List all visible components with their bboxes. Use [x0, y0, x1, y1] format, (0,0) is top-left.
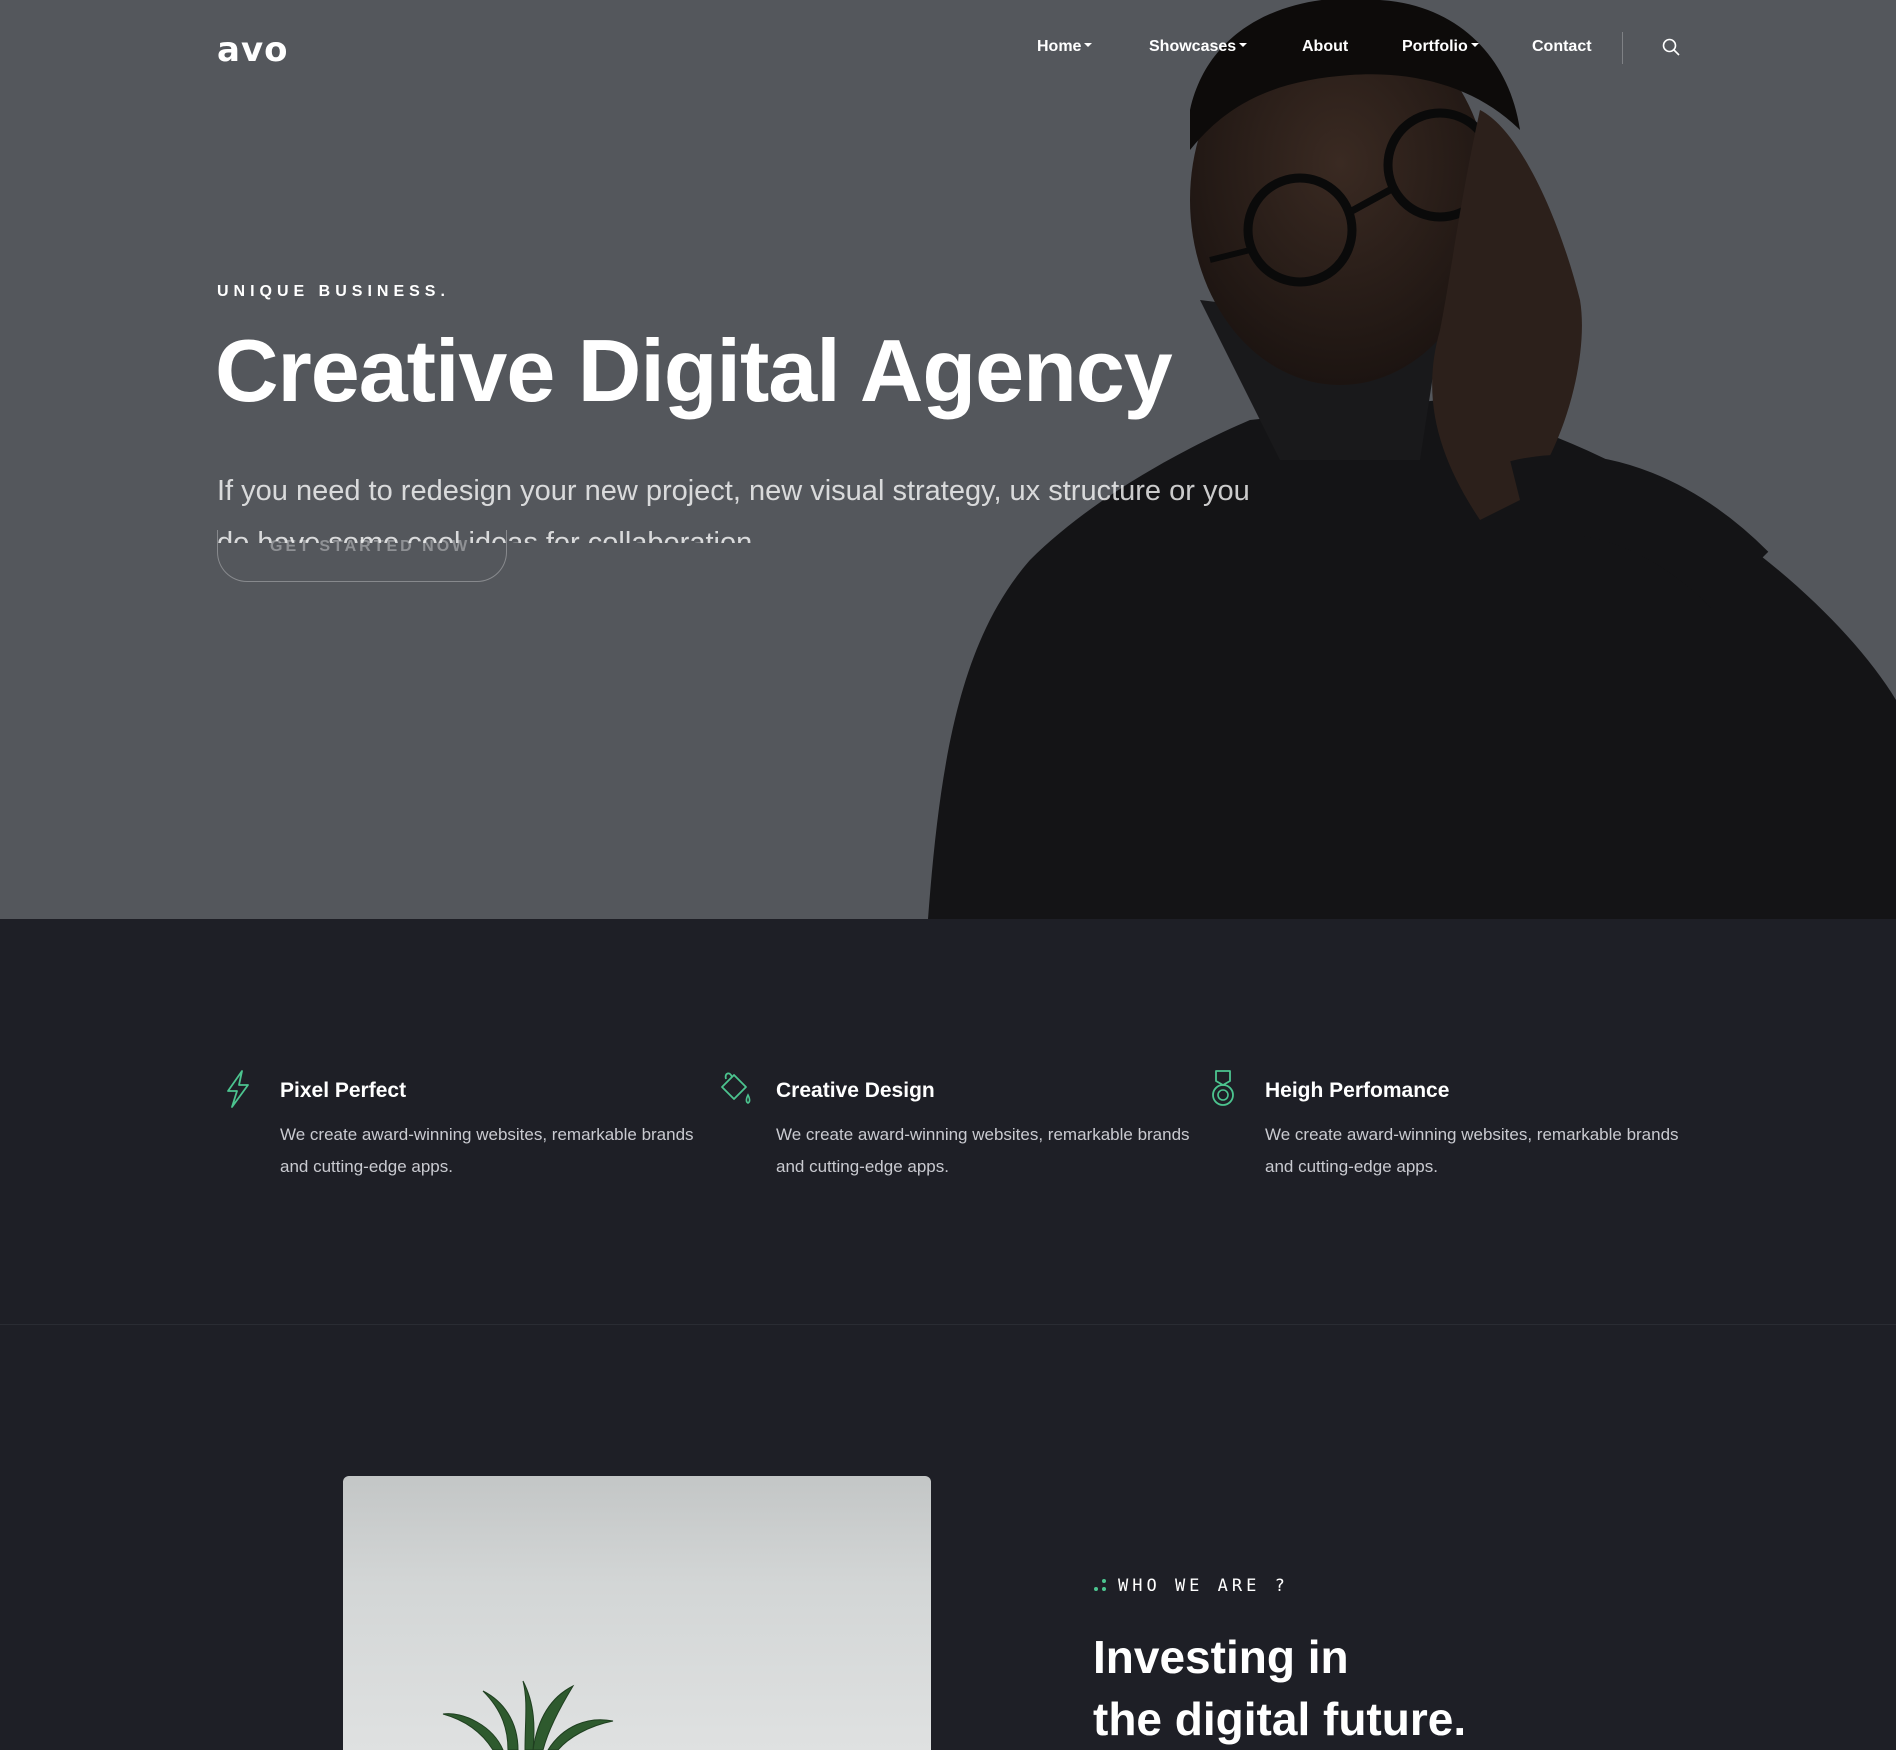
- nav-item-label: Portfolio: [1402, 38, 1468, 55]
- paint-bucket-icon: [721, 1072, 751, 1104]
- feature-text: We create award-winning websites, remark…: [280, 1125, 694, 1176]
- nav-item-about[interactable]: About: [1302, 38, 1348, 56]
- nav-item-label: Contact: [1532, 38, 1592, 55]
- dots-icon: [1094, 1579, 1108, 1593]
- hero-section: avo Home Showcases About Portfolio Conta…: [0, 0, 1896, 919]
- features-section: Pixel Perfect We create award-winning we…: [0, 919, 1896, 1325]
- feature-title: Pixel Perfect: [280, 1079, 407, 1102]
- nav-divider: [1622, 32, 1623, 64]
- get-started-label: GET STARTED NOW: [270, 538, 471, 555]
- about-title: Investing in the digital future.: [1093, 1626, 1466, 1750]
- hero-eyebrow: UNIQUE BUSINESS.: [217, 283, 450, 300]
- chevron-down-icon: [1084, 43, 1093, 48]
- get-started-button[interactable]: GET STARTED NOW: [217, 530, 507, 582]
- search-icon[interactable]: [1661, 37, 1681, 57]
- feature-text: We create award-winning websites, remark…: [1265, 1125, 1679, 1176]
- nav-item-label: About: [1302, 38, 1349, 55]
- feature-title: Creative Design: [776, 1079, 935, 1102]
- lightning-icon: [227, 1070, 249, 1108]
- who-we-are-text: WHO WE ARE ?: [1118, 1576, 1289, 1596]
- main-navbar: avo Home Showcases About Portfolio Conta…: [0, 0, 1896, 100]
- chevron-down-icon: [1470, 43, 1479, 48]
- feature-title: Heigh Perfomance: [1265, 1079, 1450, 1102]
- medal-icon: [1212, 1070, 1234, 1106]
- plant-icon: [442, 1680, 614, 1750]
- hero-portrait-image: [928, 0, 1896, 919]
- who-we-are-label: WHO WE ARE ?: [1094, 1576, 1289, 1596]
- about-section: WHO WE ARE ? Investing in the digital fu…: [0, 1326, 1896, 1750]
- nav-item-home[interactable]: Home: [1037, 38, 1093, 56]
- nav-item-label: Home: [1037, 38, 1082, 55]
- about-title-line2: the digital future.: [1093, 1693, 1467, 1745]
- about-title-line1: Investing in: [1093, 1631, 1349, 1683]
- feature-text: We create award-winning websites, remark…: [776, 1125, 1190, 1176]
- nav-item-contact[interactable]: Contact: [1532, 38, 1592, 56]
- chevron-down-icon: [1239, 43, 1248, 48]
- nav-item-label: Showcases: [1149, 38, 1237, 55]
- logo[interactable]: avo: [217, 30, 288, 70]
- hero-title: Creative Digital Agency: [215, 321, 1173, 420]
- nav-item-showcases[interactable]: Showcases: [1149, 38, 1248, 56]
- nav-item-portfolio[interactable]: Portfolio: [1402, 38, 1479, 56]
- about-plant-image: [343, 1476, 931, 1750]
